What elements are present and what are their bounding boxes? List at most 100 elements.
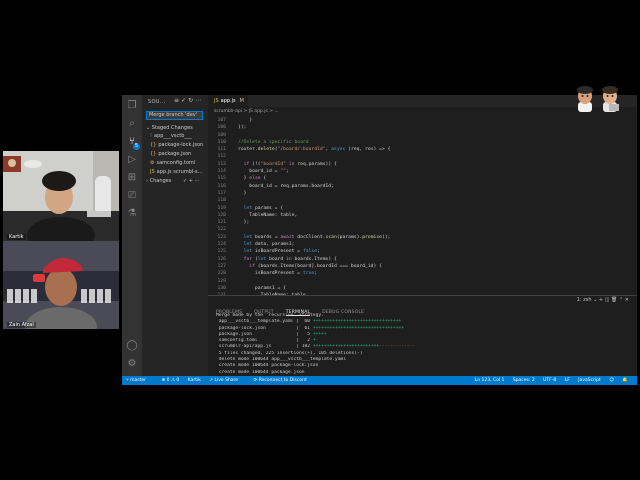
chevron-right-icon: › <box>146 178 148 184</box>
line-number: 109 <box>217 132 226 138</box>
account-icon[interactable]: ◯ <box>125 339 139 353</box>
changes-actions-icon[interactable]: ✓ + ⋯ <box>183 178 200 184</box>
status-user[interactable]: Kartik <box>188 378 201 383</box>
line-number: 128 <box>217 271 226 277</box>
code-line: 116 board_id = req.params.boardId; <box>208 183 637 190</box>
close-panel-icon[interactable]: ✕ <box>625 297 629 303</box>
code-line: 115 } else { <box>208 175 637 182</box>
status-eol[interactable]: LF <box>565 378 570 383</box>
line-number: 130 <box>217 285 226 291</box>
split-terminal-icon[interactable]: ◫ <box>605 297 610 303</box>
code-line: 109 <box>208 132 637 139</box>
line-text: let boards = await docClient.scan(params… <box>243 234 391 240</box>
panel-toolbar: 1: zsh ⌄ + ◫ 🗑 ⌃ ✕ <box>577 297 629 303</box>
more-actions-icon[interactable]: ⋯ <box>195 97 203 104</box>
activity-bar: ❐ ⌕ ⑂ 5 ▷ ⊞ ⎚ ⚗ ◯ ⚙ <box>122 95 142 376</box>
line-text: params1 = { <box>238 285 286 291</box>
modified-indicator: M <box>239 98 244 104</box>
bottom-panel: PROBLEMS OUTPUT TERMINAL DEBUG CONSOLE 1: z… <box>208 295 637 381</box>
line-number: 117 <box>217 190 226 196</box>
line-text: router.delete("/board/:boardId", async (… <box>238 147 391 153</box>
status-left: ⑂ master ⊗ 0 ⚠ 0 Kartik ↗ Live Share ⟳ R… <box>126 376 321 385</box>
line-number: 126 <box>217 256 226 262</box>
line-text: } <box>238 118 253 123</box>
line-number: 113 <box>217 161 226 167</box>
line-text: }; <box>238 220 250 226</box>
code-line: 117 } <box>208 190 637 197</box>
changes-header[interactable]: › Changes ✓ + ⋯ <box>146 178 200 184</box>
status-live-share[interactable]: ↗ Live Share <box>209 378 245 383</box>
commit-message-input[interactable]: Merge branch 'dev' <box>146 111 203 120</box>
line-text: } else { <box>238 176 267 182</box>
participant-video-kartik: Kartik <box>3 151 119 241</box>
line-number: 107 <box>217 118 226 123</box>
code-lines: 107 } 108}); 109 110//Delete a specific boa… <box>208 117 637 299</box>
code-line: 130 params1 = { <box>208 285 637 292</box>
participant-video-zain: Zain Afzal <box>3 241 119 329</box>
status-cursor-position[interactable]: Ln 123, Col 1 <box>475 378 505 383</box>
line-text: if (boards.Items[board].boardId === boar… <box>249 263 382 269</box>
js-file-icon: JS <box>214 98 219 104</box>
source-control-icon[interactable]: ⑂ 5 <box>125 135 140 150</box>
chevron-down-icon: ⌄ <box>146 125 151 131</box>
status-language[interactable]: JavaScript <box>578 378 601 383</box>
view-as-tree-icon[interactable]: ≡ <box>174 97 181 104</box>
terminal-dropdown[interactable]: 1: zsh ⌄ <box>577 297 598 303</box>
code-line: 126 for (let board in boards.Items) { <box>208 256 637 263</box>
status-indentation[interactable]: Spaces: 2 <box>513 378 535 383</box>
add-terminal-icon[interactable]: + <box>599 297 603 303</box>
code-line: 114 board_id = ""; <box>208 168 637 175</box>
json-file-icon: {} <box>150 151 157 157</box>
yaml-file-icon: ! <box>150 133 153 139</box>
code-line: 107 } <box>208 117 637 124</box>
code-editor[interactable]: JS app.js M scrumblr-api > JS app.js > ...… <box>208 95 637 298</box>
line-number: 121 <box>217 220 226 226</box>
line-number: 127 <box>217 263 226 269</box>
code-line: 128 isBoardPresent = true; <box>208 270 637 277</box>
line-number: 129 <box>217 278 226 284</box>
settings-gear-icon[interactable]: ⚙ <box>125 357 139 371</box>
trash-icon[interactable]: 🗑 <box>611 297 617 303</box>
line-number: 111 <box>217 147 226 153</box>
extensions-icon[interactable]: ⊞ <box>125 171 139 185</box>
code-line: 118 <box>208 197 637 204</box>
status-encoding[interactable]: UTF-8 <box>543 378 556 383</box>
code-line: 110 //Delete a specific board <box>208 139 637 146</box>
commit-check-icon[interactable]: ✓ <box>181 97 188 104</box>
terminal-output[interactable]: Merge made by the 'recursive' strategy. … <box>216 313 626 382</box>
staged-changes-header[interactable]: ⌄ Staged Changes 5 <box>146 125 215 131</box>
line-number: 122 <box>217 227 226 233</box>
json-file-icon: {} <box>150 142 157 148</box>
sidebar-toolbar: ≡✓↻⋯ <box>174 97 203 104</box>
code-line: 112 <box>208 153 637 160</box>
code-line: 121 }; <box>208 219 637 226</box>
remote-icon[interactable]: ⎚ <box>125 189 139 203</box>
test-icon[interactable]: ⚗ <box>125 207 139 221</box>
participant-video-image <box>3 151 119 241</box>
breadcrumb[interactable]: scrumblr-api > JS app.js > ... <box>214 109 279 114</box>
code-line: 127 if (boards.Items[board].boardId === … <box>208 263 637 270</box>
line-text: let data, params1; <box>243 242 295 248</box>
participant-name: Kartik <box>7 234 26 240</box>
status-discord[interactable]: ⟳ Reconnect to Discord <box>254 378 314 383</box>
search-icon[interactable]: ⌕ <box>125 117 139 131</box>
code-line: 108}); <box>208 124 637 131</box>
maximize-panel-icon[interactable]: ⌃ <box>619 297 623 303</box>
line-number: 110 <box>217 139 226 145</box>
status-branch[interactable]: ⑂ master <box>126 378 153 383</box>
run-debug-icon[interactable]: ▷ <box>125 153 139 167</box>
explorer-icon[interactable]: ❐ <box>125 99 139 113</box>
line-number: 108 <box>217 125 226 131</box>
code-line: 129 <box>208 278 637 285</box>
line-text: }); <box>238 125 247 131</box>
code-line: 119 let params = { <box>208 205 637 212</box>
line-text: isBoardPresent = true; <box>238 271 318 277</box>
feedback-icon[interactable]: ☺ <box>609 378 614 383</box>
line-text: } <box>238 190 247 196</box>
line-number: 115 <box>217 176 226 182</box>
line-text: if (!("boardId" in req.params)) { <box>243 161 337 167</box>
line-number: 125 <box>217 249 226 255</box>
status-problems[interactable]: ⊗ 0 ⚠ 0 <box>161 378 179 383</box>
tab-app-js[interactable]: JS app.js M <box>208 95 248 107</box>
notifications-bell-icon[interactable]: 🔔 <box>622 378 628 383</box>
